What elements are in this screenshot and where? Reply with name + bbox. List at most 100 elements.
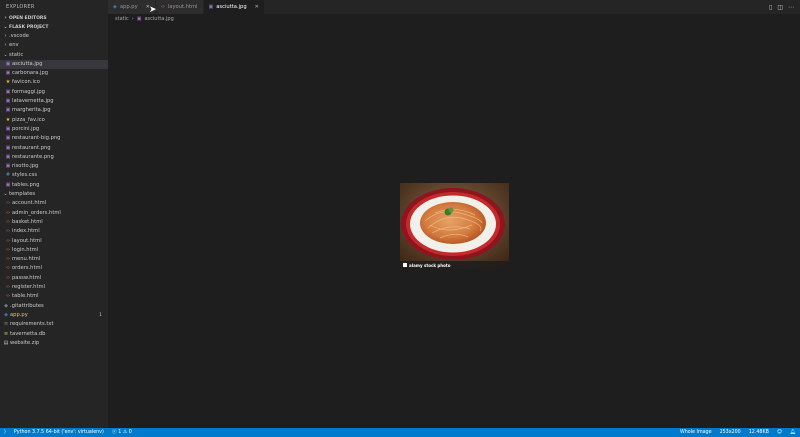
tree-item-label: login.html — [12, 246, 39, 253]
tree-folder[interactable]: ⌄ static — [0, 51, 108, 60]
tree-item-label: app.py — [10, 311, 28, 318]
tree-file[interactable]: ▣ margherita.jpg — [0, 106, 108, 115]
feedback-icon[interactable]: ☺ — [773, 428, 786, 437]
tree-file[interactable]: ◆ app.py 1 — [0, 311, 108, 320]
split-view-icon[interactable]: ◫ — [777, 4, 783, 11]
tree-item-label: favicon.ico — [12, 79, 40, 86]
close-icon[interactable]: ✕ — [255, 4, 259, 10]
image-file-icon: ▣ — [5, 135, 11, 142]
tree-item-label: website.zip — [10, 339, 40, 346]
project-label: FLASK PROJECT — [9, 25, 49, 30]
tree-file[interactable]: ◆ .gitattributes — [0, 302, 108, 311]
tree-file[interactable]: ≡ requirements.txt — [0, 320, 108, 329]
tab-layout-html[interactable]: ‹› layout.html — [155, 0, 204, 14]
breadcrumb-file[interactable]: asciutta.jpg — [144, 14, 173, 24]
tree-folder[interactable]: ⌄ templates — [0, 190, 108, 199]
tree-file[interactable]: # styles.css — [0, 171, 108, 180]
project-section[interactable]: ⌄ FLASK PROJECT — [0, 23, 108, 32]
remote-icon[interactable]: ⟩ — [0, 428, 10, 437]
more-actions-icon[interactable]: ⋯ — [788, 4, 794, 11]
tree-file[interactable]: ‹› orders.html — [0, 264, 108, 273]
python-interpreter[interactable]: Python 3.7.5 64-bit ('env': virtualenv) — [10, 428, 108, 437]
tree-item-label: risotto.jpg — [12, 163, 39, 170]
html-file-icon: ‹› — [160, 4, 165, 10]
tree-item-label: margherita.jpg — [12, 107, 51, 114]
tree-file[interactable]: ▣ asciutta.jpg — [0, 59, 108, 70]
tree-file[interactable]: ▣ porcini.jpg — [0, 125, 108, 134]
tree-file[interactable]: ‹› menu.html — [0, 255, 108, 264]
split-editor-icon[interactable]: ▯ — [769, 4, 772, 11]
tree-file[interactable]: ‹› passw.html — [0, 274, 108, 283]
tree-file[interactable]: ▣ restaurante.png — [0, 153, 108, 162]
tree-folder[interactable]: › .vscode — [0, 32, 108, 41]
tab-asciutta-jpg[interactable]: ▣ asciutta.jpg ✕ — [203, 0, 265, 14]
breadcrumb-folder[interactable]: static — [115, 14, 129, 24]
explorer-title: EXPLORER — [6, 4, 35, 10]
tree-file[interactable]: ▣ restaurant-big.png — [0, 134, 108, 143]
git-file-icon: ◆ — [4, 302, 8, 309]
python-file-icon: ◆ — [113, 4, 117, 10]
tree-file[interactable]: ‹› account.html — [0, 199, 108, 208]
zip-file-icon: ▤ — [3, 339, 9, 346]
tree-item-label: index.html — [12, 228, 40, 235]
html-file-icon: ‹› — [6, 237, 10, 244]
tree-file[interactable]: ‹› register.html — [0, 283, 108, 292]
image-file-icon: ▣ — [5, 153, 11, 160]
image-file-icon: ▣ — [208, 4, 214, 10]
tree-file[interactable]: ★ favicon.ico — [0, 78, 108, 87]
zoom-mode[interactable]: Whole Image — [676, 428, 716, 437]
tree-file[interactable]: ‹› admin_orders.html — [0, 209, 108, 218]
tree-item-label: styles.css — [12, 172, 38, 179]
open-editors-label: OPEN EDITORS — [9, 16, 47, 21]
tree-item-label: .vscode — [9, 33, 29, 39]
image-caption: alamy stock photo — [409, 263, 451, 268]
tree-file[interactable]: ▣ latavernetta.jpg — [0, 97, 108, 106]
chevron-right-icon: › — [4, 42, 7, 49]
tree-item-label: restaurante.png — [12, 153, 54, 160]
image-preview[interactable]: alamy stock photo — [400, 183, 509, 269]
tree-file[interactable]: ▣ carbonara.jpg — [0, 69, 108, 78]
image-file-icon: ▣ — [5, 60, 11, 67]
tree-item-label: static — [9, 51, 24, 58]
tree-item-label: passw.html — [12, 274, 42, 281]
tree-file[interactable]: ‹› index.html — [0, 227, 108, 236]
tree-file[interactable]: ▣ formaggi.jpg — [0, 88, 108, 97]
tree-item-label: env — [9, 42, 19, 49]
html-file-icon: ‹› — [6, 218, 10, 225]
image-file-icon: ▣ — [5, 181, 11, 188]
explorer-sidebar: EXPLORER › OPEN EDITORS ⌄ FLASK PROJECT … — [0, 0, 108, 428]
file-tree: › .vscode › env ⌄ static ▣ asciutta.jpg ▣ carbona… — [0, 32, 108, 348]
tree-file[interactable]: ▣ restaurant.png — [0, 144, 108, 153]
chevron-right-icon: › — [4, 33, 7, 39]
problems-indicator[interactable]: ⓧ 1 ⚠ 0 — [108, 428, 136, 437]
image-file-icon: ▣ — [5, 163, 11, 170]
tree-file[interactable]: ▣ tables.png — [0, 181, 108, 190]
warning-icon: ⚠ — [122, 430, 128, 435]
text-file-icon: ≡ — [3, 321, 9, 328]
tree-file[interactable]: ▤ website.zip — [0, 339, 108, 348]
image-file-icon: ▣ — [5, 88, 11, 95]
chevron-right-icon: › — [131, 16, 134, 22]
editor-actions: ▯ ◫ ⋯ — [769, 0, 794, 14]
tree-file[interactable]: ‹› table.html — [0, 292, 108, 301]
python-file-icon: ◆ — [4, 311, 8, 318]
html-file-icon: ‹› — [6, 293, 10, 300]
tree-folder[interactable]: › env — [0, 41, 108, 50]
spaghetti-photo — [400, 183, 509, 269]
tree-file[interactable]: ‹› layout.html — [0, 237, 108, 246]
tree-file[interactable]: ▣ risotto.jpg — [0, 162, 108, 171]
tree-file[interactable]: ≡ tavernetta.db — [0, 330, 108, 339]
tree-item-label: table.html — [12, 293, 39, 300]
tree-item-label: account.html — [12, 200, 47, 207]
html-file-icon: ‹› — [6, 284, 10, 291]
html-file-icon: ‹› — [6, 274, 10, 281]
tree-file[interactable]: ★ pizza_fav.ico — [0, 116, 108, 125]
tree-file[interactable]: ‹› login.html — [0, 246, 108, 255]
image-editor: alamy stock photo — [108, 24, 800, 428]
tree-item-label: porcini.jpg — [12, 125, 40, 132]
notification-bell-icon[interactable]: 🔔︎ — [786, 428, 800, 437]
open-editors-section[interactable]: › OPEN EDITORS — [0, 14, 108, 23]
tree-item-label: carbonara.jpg — [12, 70, 49, 77]
tab-bar: ◆ app.py ✕ ‹› layout.html ▣ asciutta.jpg… — [108, 0, 800, 14]
tree-file[interactable]: ‹› basket.html — [0, 218, 108, 227]
